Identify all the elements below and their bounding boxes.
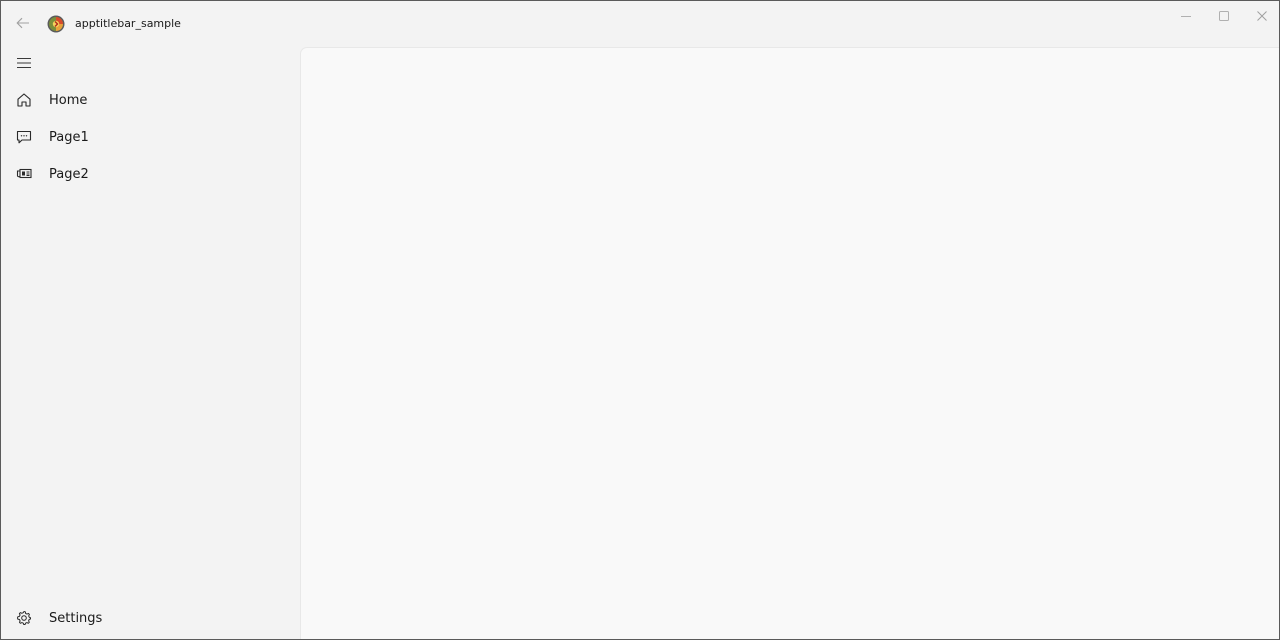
close-button[interactable] (1243, 1, 1279, 29)
content-frame (300, 47, 1279, 639)
maximize-button[interactable] (1205, 1, 1243, 29)
app-logo-icon (47, 15, 65, 33)
menu-toggle-button[interactable] (7, 49, 41, 77)
nav-item-label: Page2 (49, 166, 89, 182)
home-icon (14, 90, 34, 110)
nav-item-page2[interactable]: Page2 (5, 157, 295, 191)
nav-item-page1[interactable]: Page1 (5, 120, 295, 154)
gear-icon (14, 608, 34, 628)
nav-item-settings[interactable]: Settings (5, 601, 295, 635)
chat-bubble-icon (14, 127, 34, 147)
navigation-pane: Home Page1 Page2 Settings (1, 47, 299, 639)
nav-item-label: Settings (49, 610, 103, 626)
nav-item-home[interactable]: Home (5, 83, 295, 117)
back-button[interactable] (9, 9, 37, 37)
hamburger-menu-icon (16, 54, 32, 73)
nav-item-label: Page1 (49, 129, 89, 145)
maximize-icon (1219, 6, 1229, 25)
minimize-icon (1181, 6, 1191, 25)
minimize-button[interactable] (1167, 1, 1205, 29)
app-window: apptitlebar_sample Home Page1 Page2 Sett… (0, 0, 1280, 640)
app-title: apptitlebar_sample (75, 17, 181, 30)
news-icon (14, 164, 34, 184)
nav-item-label: Home (49, 92, 88, 108)
back-arrow-icon (16, 14, 30, 33)
close-icon (1257, 6, 1267, 25)
title-bar[interactable]: apptitlebar_sample (1, 1, 1279, 47)
